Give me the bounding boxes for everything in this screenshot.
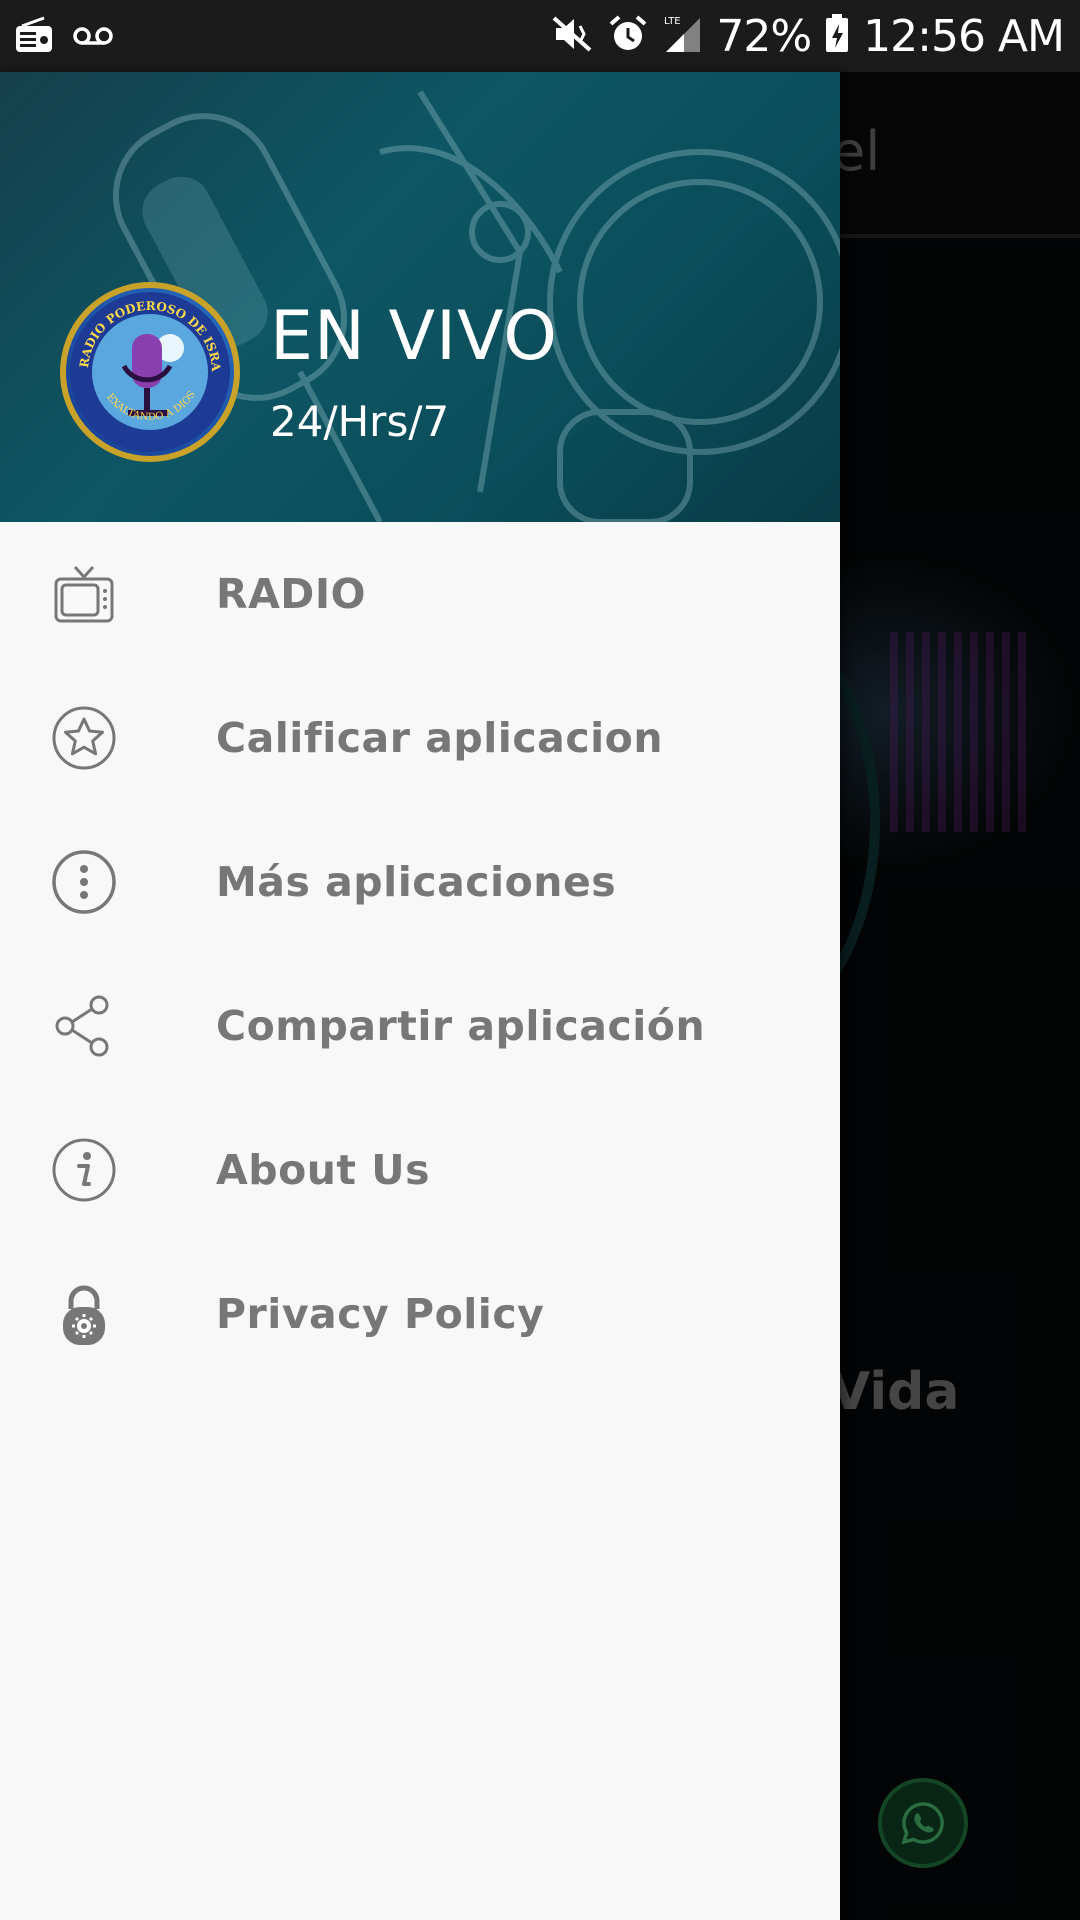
menu-item-rate-app[interactable]: Calificar aplicacion: [0, 666, 840, 810]
status-bar: LTE 72% 12:56 AM: [0, 0, 1080, 72]
drawer-menu: RADIO Calificar aplicacion Más aplicacio…: [0, 522, 840, 1386]
navigation-drawer: RADIO PODEROSO DE ISRAEL EXALTANDO A DIO…: [0, 72, 840, 1920]
menu-item-share-app[interactable]: Compartir aplicación: [0, 954, 840, 1098]
battery-charging-icon: [825, 14, 849, 58]
info-icon: [50, 1136, 118, 1204]
tv-icon: [50, 560, 118, 628]
menu-label-rate-app: Calificar aplicacion: [216, 714, 664, 762]
menu-item-radio[interactable]: RADIO: [0, 522, 840, 666]
more-vert-circle-icon: [50, 848, 118, 916]
alarm-icon: [608, 14, 648, 58]
star-circle-icon: [50, 704, 118, 772]
header-title: EN VIVO: [270, 297, 558, 376]
signal-icon: LTE: [662, 14, 702, 58]
menu-label-about-us: About Us: [216, 1146, 431, 1194]
menu-item-privacy-policy[interactable]: Privacy Policy: [0, 1242, 840, 1386]
drawer-header: RADIO PODEROSO DE ISRAEL EXALTANDO A DIO…: [0, 72, 840, 522]
menu-label-radio: RADIO: [216, 570, 366, 618]
menu-item-more-apps[interactable]: Más aplicaciones: [0, 810, 840, 954]
clock: 12:56 AM: [863, 10, 1065, 62]
station-logo: RADIO PODEROSO DE ISRAEL EXALTANDO A DIO…: [60, 282, 240, 462]
battery-percent: 72%: [716, 10, 812, 62]
mute-icon: [552, 14, 594, 58]
svg-text:LTE: LTE: [664, 16, 681, 27]
menu-label-privacy-policy: Privacy Policy: [216, 1290, 545, 1338]
share-icon: [50, 992, 118, 1060]
header-subtitle: 24/Hrs/7: [270, 397, 450, 446]
radio-notification-icon: [14, 16, 54, 60]
voicemail-icon: [72, 24, 114, 52]
menu-item-about-us[interactable]: About Us: [0, 1098, 840, 1242]
menu-label-more-apps: Más aplicaciones: [216, 858, 617, 906]
menu-label-share-app: Compartir aplicación: [216, 1002, 706, 1050]
lock-gear-icon: [50, 1280, 118, 1348]
